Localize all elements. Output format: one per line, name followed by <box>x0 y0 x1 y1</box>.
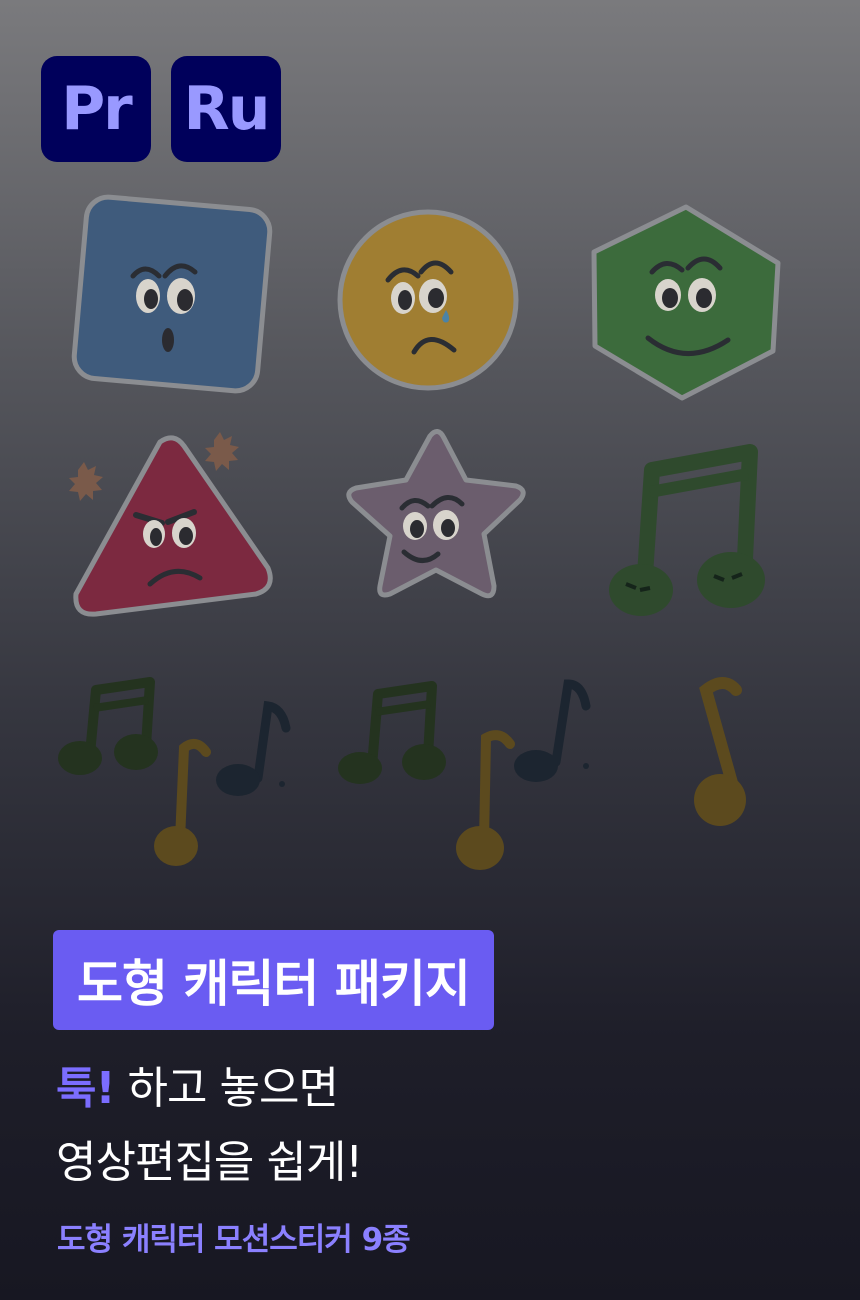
star-character <box>346 429 526 599</box>
tagline-line-1-text: 하고 놓으면 <box>114 1063 339 1114</box>
circle-character <box>337 209 519 391</box>
tagline-line-1: 툭! 하고 놓으면 <box>56 1052 339 1116</box>
tagline-line-2: 영상편집을 쉽게! <box>56 1126 363 1190</box>
tagline-line-2-text: 영상편집을 쉽게! <box>56 1137 363 1188</box>
triangle-character <box>69 432 273 617</box>
product-title: 도형 캐릭터 패키지 <box>77 955 471 1013</box>
beamed-note-character <box>609 444 765 616</box>
character-illustrations <box>58 194 781 870</box>
hexagon-character <box>591 204 781 401</box>
product-subtitle: 도형 캐릭터 모션스티커 9종 <box>57 1222 411 1258</box>
small-notes-row <box>58 677 746 870</box>
promo-page: Pr Ru 도형 캐릭터 패키지 툭! 하고 놓으면 영상편집을 쉽게! 도형 … <box>0 0 860 1300</box>
product-title-box: 도형 캐릭터 패키지 <box>53 930 494 1030</box>
square-character <box>71 194 273 394</box>
tagline-accent: 툭! <box>56 1063 116 1114</box>
